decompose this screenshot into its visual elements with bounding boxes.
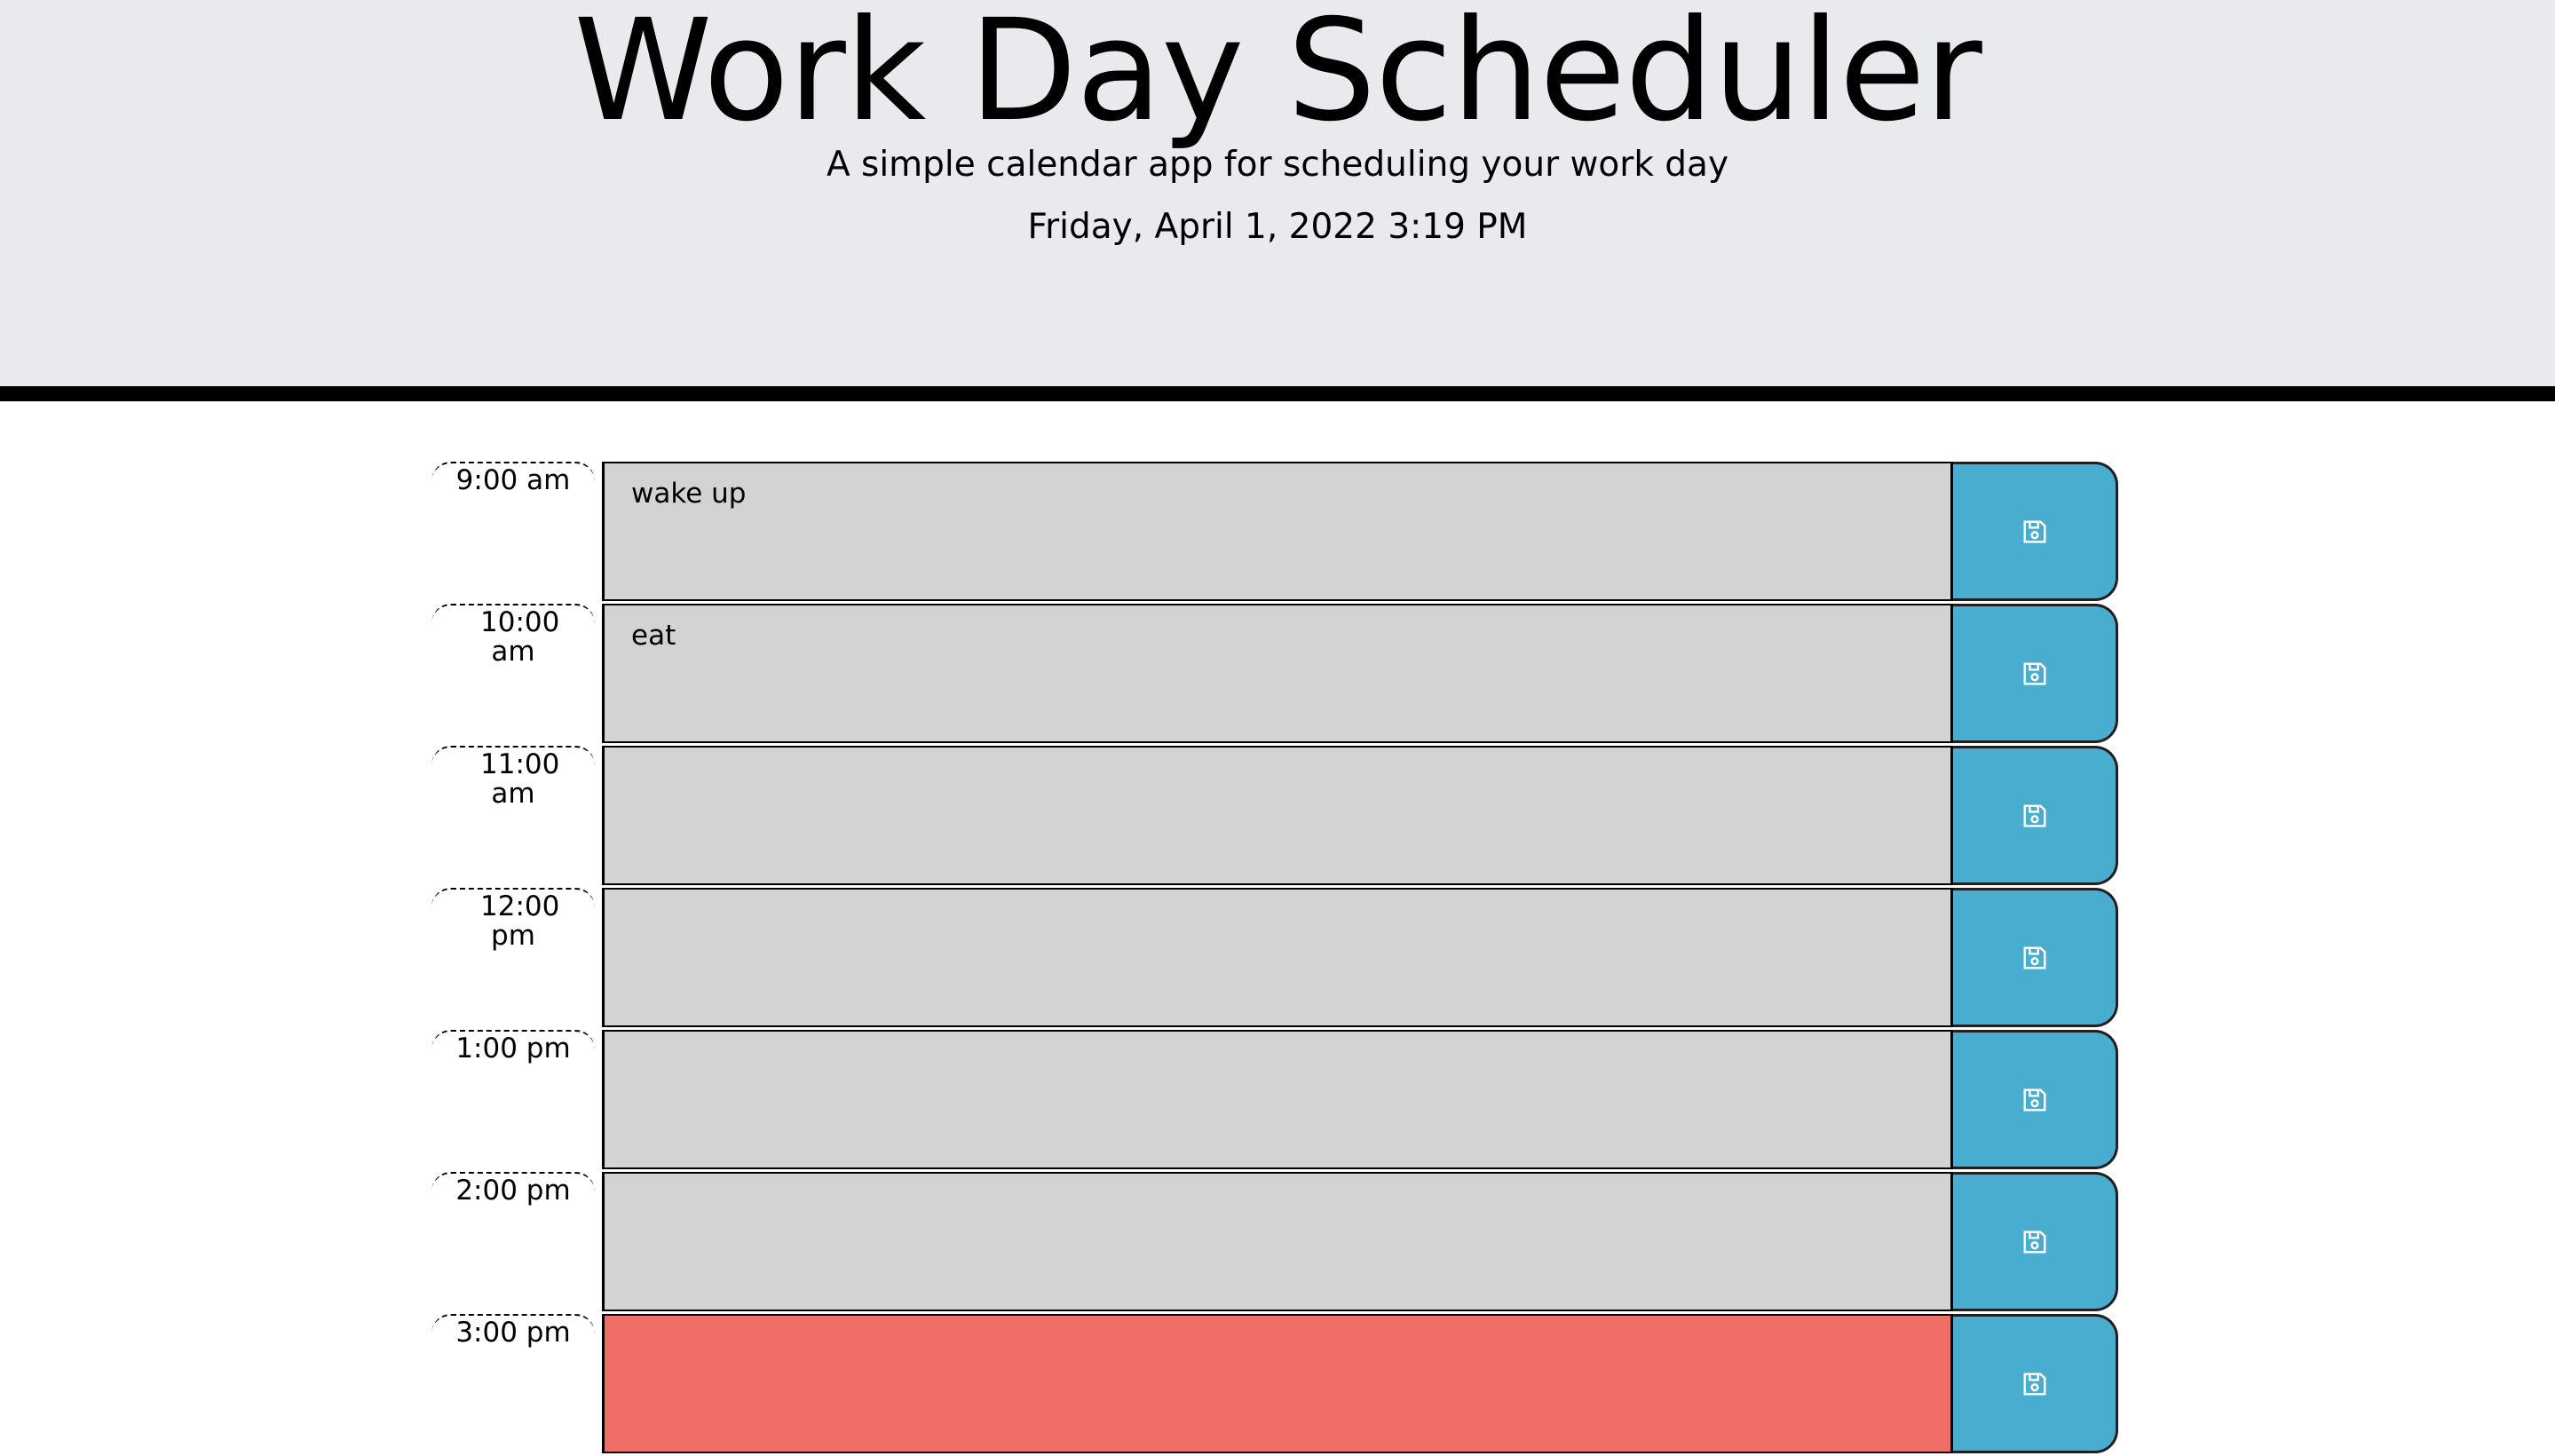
save-button[interactable] (1953, 1172, 2118, 1311)
page-subtitle: A simple calendar app for scheduling you… (826, 145, 1729, 185)
time-block: 12:00 pm (431, 888, 2118, 1027)
description-input[interactable] (602, 604, 1953, 743)
floppy-disk-icon (2023, 1088, 2045, 1111)
page-title: Work Day Scheduler (573, 0, 1982, 153)
floppy-disk-icon (2023, 662, 2045, 684)
header: Work Day Scheduler A simple calendar app… (0, 0, 2555, 401)
time-block: 2:00 pm (431, 1172, 2118, 1311)
hour-label: 3:00 pm (431, 1314, 595, 1452)
time-block: 1:00 pm (431, 1030, 2118, 1169)
floppy-disk-icon (2023, 1373, 2045, 1395)
time-block: 11:00 am (431, 746, 2118, 885)
description-input[interactable] (602, 746, 1953, 885)
floppy-disk-icon (2023, 520, 2045, 542)
hour-label: 10:00 am (431, 604, 595, 741)
time-block: 10:00 am (431, 604, 2118, 743)
save-button[interactable] (1953, 746, 2118, 885)
hour-label: 12:00 pm (431, 888, 595, 1025)
hour-label: 2:00 pm (431, 1172, 595, 1310)
description-input[interactable] (602, 1314, 1953, 1453)
save-button[interactable] (1953, 1030, 2118, 1169)
time-block: 9:00 am (431, 462, 2118, 601)
description-input[interactable] (602, 1030, 1953, 1169)
schedule: 9:00 am 10:00 am 11:00 am 12:00 pm (431, 462, 2118, 1456)
hour-label: 9:00 am (431, 462, 595, 599)
time-block: 3:00 pm (431, 1314, 2118, 1453)
hour-label: 1:00 pm (431, 1030, 595, 1167)
save-button[interactable] (1953, 888, 2118, 1027)
floppy-disk-icon (2023, 946, 2045, 969)
save-button[interactable] (1953, 462, 2118, 601)
description-input[interactable] (602, 462, 1953, 601)
floppy-disk-icon (2023, 1230, 2045, 1253)
save-button[interactable] (1953, 1314, 2118, 1453)
description-input[interactable] (602, 1172, 1953, 1311)
hour-label: 11:00 am (431, 746, 595, 883)
floppy-disk-icon (2023, 804, 2045, 827)
current-datetime: Friday, April 1, 2022 3:19 PM (1027, 207, 1528, 247)
description-input[interactable] (602, 888, 1953, 1027)
save-button[interactable] (1953, 604, 2118, 743)
